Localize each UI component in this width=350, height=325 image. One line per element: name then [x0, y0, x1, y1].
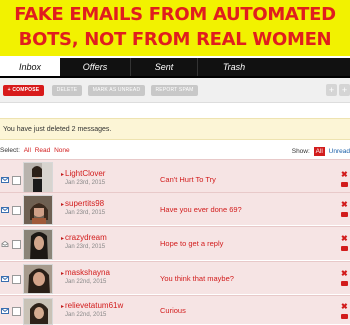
- envelope-icon: [1, 207, 9, 213]
- folder-icon[interactable]: [341, 314, 348, 319]
- show-all-filter[interactable]: All: [313, 147, 325, 156]
- delete-x-icon[interactable]: ✖: [341, 171, 348, 179]
- delete-x-icon[interactable]: ✖: [341, 235, 348, 243]
- delete-x-icon[interactable]: ✖: [341, 201, 348, 209]
- select-label: Select:: [0, 147, 20, 154]
- show-label: Show:: [291, 148, 310, 155]
- envelope-icon: [1, 276, 9, 282]
- message-row[interactable]: ▸ maskshayna Jan 22nd, 2015 You think th…: [0, 261, 350, 294]
- message-date: Jan 23rd, 2015: [65, 210, 106, 216]
- previous-page-button[interactable]: +: [326, 84, 337, 96]
- message-row[interactable]: ▸ crazydream Jan 23rd, 2015 Hope to get …: [0, 226, 350, 260]
- deleted-notice: You have just deleted 2 messages.: [0, 118, 350, 140]
- avatar[interactable]: [23, 298, 53, 325]
- sender-name[interactable]: LightClover: [65, 169, 105, 178]
- banner-line-2: BOTS, NOT FROM REAL WOMEN: [18, 29, 332, 50]
- mailbox-tabs: Inbox Offers Sent Trash: [0, 58, 350, 78]
- caret-icon: ▸: [61, 236, 65, 242]
- message-toolbar: + COMPOSE DELETE MARK AS UNREAD REPORT S…: [0, 78, 350, 103]
- message-checkbox[interactable]: [12, 275, 21, 284]
- tab-inbox[interactable]: Inbox: [0, 58, 60, 76]
- caret-icon: ▸: [61, 304, 65, 310]
- caret-icon: ▸: [61, 202, 65, 208]
- message-checkbox[interactable]: [12, 176, 21, 185]
- message-subject[interactable]: Can't Hurt To Try: [160, 175, 216, 184]
- next-page-button[interactable]: +: [339, 84, 350, 96]
- envelope-icon: [1, 177, 9, 183]
- message-subject[interactable]: Have you ever done 69?: [160, 205, 242, 214]
- open-envelope-icon: [1, 241, 9, 247]
- annotation-banner: FAKE EMAILS FROM AUTOMATED BOTS, NOT FRO…: [0, 0, 350, 56]
- message-checkbox[interactable]: [12, 206, 21, 215]
- delete-x-icon[interactable]: ✖: [341, 270, 348, 278]
- folder-icon[interactable]: [341, 182, 348, 187]
- message-checkbox[interactable]: [12, 307, 21, 316]
- report-spam-button[interactable]: REPORT SPAM: [151, 85, 198, 96]
- avatar[interactable]: [23, 229, 53, 260]
- message-date: Jan 22nd, 2015: [65, 279, 107, 285]
- caret-icon: ▸: [61, 172, 65, 178]
- show-filter: Show: All Unread: [292, 147, 350, 156]
- message-row[interactable]: ▸ relievetatum61w Jan 22nd, 2015 Curious…: [0, 295, 350, 325]
- tab-trash[interactable]: Trash: [197, 58, 270, 76]
- avatar[interactable]: [23, 195, 53, 225]
- message-date: Jan 22nd, 2015: [65, 312, 107, 318]
- folder-icon[interactable]: [341, 212, 348, 217]
- tab-offers[interactable]: Offers: [61, 58, 129, 76]
- sender-name[interactable]: supertits98: [65, 199, 104, 208]
- show-unread-filter[interactable]: Unread: [329, 148, 350, 155]
- message-subject[interactable]: You think that maybe?: [160, 274, 234, 283]
- message-checkbox[interactable]: [12, 240, 21, 249]
- sender-name[interactable]: crazydream: [65, 233, 107, 242]
- mark-as-unread-button[interactable]: MARK AS UNREAD: [88, 85, 145, 96]
- select-read-link[interactable]: Read: [35, 147, 51, 154]
- sender-name[interactable]: maskshayna: [65, 268, 110, 277]
- folder-icon[interactable]: [341, 246, 348, 251]
- folder-icon[interactable]: [341, 281, 348, 286]
- delete-button[interactable]: DELETE: [52, 85, 82, 96]
- avatar[interactable]: [23, 264, 53, 294]
- message-subject[interactable]: Curious: [160, 306, 186, 315]
- select-none-link[interactable]: None: [54, 147, 70, 154]
- sender-name[interactable]: relievetatum61w: [65, 301, 123, 310]
- envelope-icon: [1, 308, 9, 314]
- select-all-link[interactable]: All: [24, 147, 31, 154]
- tab-sent[interactable]: Sent: [130, 58, 197, 76]
- caret-icon: ▸: [61, 271, 65, 277]
- message-date: Jan 23rd, 2015: [65, 244, 106, 250]
- message-subject[interactable]: Hope to get a reply: [160, 239, 223, 248]
- message-row[interactable]: ▸ supertits98 Jan 23rd, 2015 Have you ev…: [0, 192, 350, 225]
- message-date: Jan 23rd, 2015: [65, 180, 106, 186]
- banner-line-1: FAKE EMAILS FROM AUTOMATED: [14, 4, 336, 25]
- delete-x-icon[interactable]: ✖: [341, 303, 348, 311]
- compose-button[interactable]: + COMPOSE: [3, 85, 44, 96]
- selection-bar: Select: All Read None Show: All Unread: [0, 147, 350, 157]
